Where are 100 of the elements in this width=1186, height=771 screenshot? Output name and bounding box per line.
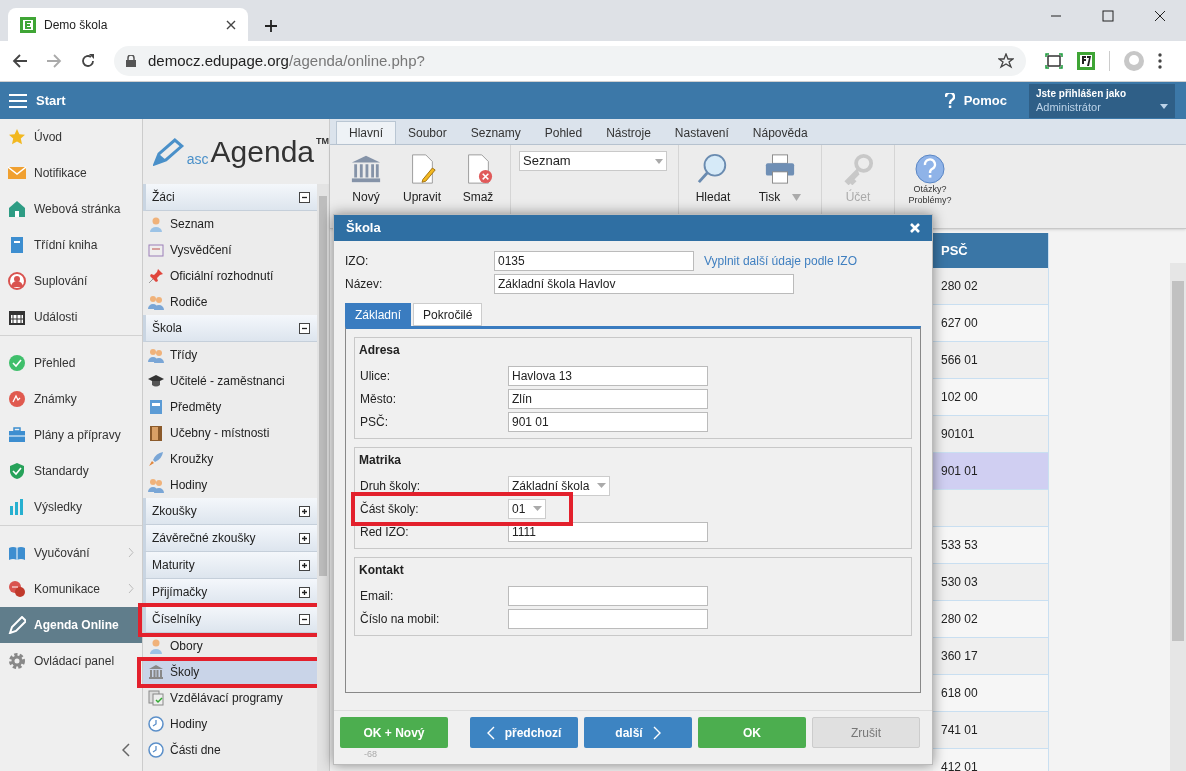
expand-icon[interactable] [299,505,311,517]
reload-icon[interactable] [80,53,96,69]
table-cell: 360 17 [933,638,1048,675]
collapse-icon[interactable] [299,322,311,334]
text-field[interactable]: Základní škola Havlov [494,273,794,294]
expand-icon[interactable] [299,532,311,544]
agenda-item[interactable]: Učitelé - zaměstnanci [143,368,318,394]
nav-item[interactable]: Události [0,299,142,335]
printer-icon [764,153,796,185]
agenda-item[interactable]: Učebny - místnosti [143,420,318,446]
close-icon[interactable] [1154,10,1166,22]
chat-bubbles-icon [8,580,26,598]
expand-icon[interactable] [299,559,311,571]
group-title: Matrika [359,452,403,469]
browser-tab[interactable]: Demo škola [8,8,248,41]
agenda-item[interactable]: Obory [143,633,318,659]
table-cell: 90101 [933,416,1048,453]
lookup-link[interactable]: Vyplnit další údaje podle IZO [704,251,857,270]
text-field[interactable]: 1111 [508,521,708,542]
bar-chart-icon [8,498,26,516]
collapse-icon[interactable] [299,613,311,625]
new-tab-icon[interactable] [264,19,278,33]
text-field[interactable] [508,585,708,606]
scrollbar[interactable] [1170,263,1186,771]
section-header[interactable]: Škola [143,315,318,342]
menu-tab[interactable]: Seznamy [458,121,533,144]
field-label: Město: [359,390,397,408]
nav-item[interactable]: Standardy [0,453,142,489]
dialog-button[interactable]: předchozí [470,717,578,748]
screen-capture-icon[interactable] [1045,53,1063,69]
nav-item[interactable]: Vyučování [0,535,142,571]
dialog-tab[interactable]: Pokročilé [413,303,483,326]
menu-dots-icon[interactable] [1158,53,1162,69]
help-button[interactable]: Pomoc [944,82,1007,119]
help-button[interactable]: Otázky? Problémy? [895,145,965,228]
section-header[interactable]: Zkoušky [143,498,318,525]
nav-item[interactable]: Třídní kniha [0,227,142,263]
column-header[interactable]: PSČ [933,233,1048,268]
table-cell: 741 01 [933,712,1048,749]
view-select[interactable]: Seznam [519,151,667,171]
agenda-item[interactable]: Vysvědčení [143,237,318,263]
menu-tab[interactable]: Nástroje [594,121,663,144]
menu-tab[interactable]: Nastavení [662,121,741,144]
nav-item[interactable]: Úvod [0,119,142,155]
agenda-item[interactable]: Hodiny [143,711,318,737]
select-field[interactable]: 01 [508,498,547,519]
select-field[interactable]: Základní škola [508,475,611,496]
nav-item[interactable]: Agenda Online [0,607,142,643]
agenda-item[interactable]: Předměty [143,394,318,420]
nav-item[interactable]: Přehled [0,345,142,381]
toolbar-button[interactable]: Tisk [745,145,815,228]
text-field[interactable]: 901 01 [508,411,708,432]
menu-tab[interactable]: Pohled [532,121,595,144]
field-label: Část školy: [359,500,420,518]
agenda-item[interactable]: Kroužky [143,446,318,472]
agenda-item[interactable]: Oficiální rozhodnutí [143,263,318,289]
dialog-tab[interactable]: Základní [345,303,412,326]
toolbar-button[interactable]: Upravit [396,145,448,228]
toolbar-button[interactable]: Hledat [687,145,739,228]
nav-item[interactable]: Plány a přípravy [0,417,142,453]
menu-tab[interactable]: Nápověda [740,121,820,144]
star-icon[interactable] [998,53,1014,69]
menu-tab[interactable]: Soubor [396,121,459,144]
field-label: PSČ: [359,413,389,431]
agenda-item[interactable]: Rodiče [143,289,318,315]
close-icon[interactable] [226,19,236,30]
dialog-button[interactable]: Zrušit [812,717,920,748]
menu-tab[interactable]: Hlavní [336,121,396,144]
agenda-item[interactable]: Části dne [143,737,318,763]
dialog-button[interactable]: další [584,717,692,748]
agenda-item[interactable]: Vzdělávací programy [143,685,318,711]
nav-item[interactable]: Ovládací panel [0,643,142,679]
scrollbar[interactable] [317,184,329,771]
text-field[interactable]: 0135 [494,250,694,271]
back-icon[interactable] [12,53,28,69]
clock-icon [148,716,164,732]
nav-item[interactable]: Výsledky [0,489,142,525]
agenda-item[interactable]: Třídy [143,342,318,368]
text-field[interactable]: Zlín [508,388,708,409]
nav-item[interactable]: Notifikace [0,155,142,191]
nav-item[interactable]: Suplování [0,263,142,299]
nav-item[interactable]: Komunikace [0,571,142,607]
agenda-item[interactable]: Hodiny [143,472,318,498]
nav-item[interactable]: Webová stránka [0,191,142,227]
user-dropdown[interactable]: Jste přihlášen jako Administrátor [1029,83,1175,118]
section-header[interactable]: Závěrečné zkoušky [143,525,318,552]
table-cell: 280 02 [933,268,1048,305]
nav-item[interactable]: Známky [0,381,142,417]
collapse-icon[interactable] [299,191,311,203]
start-menu-button[interactable]: Start [0,82,66,119]
section-header[interactable]: Maturity [143,552,318,579]
text-field[interactable] [508,608,708,629]
section-header[interactable]: Žáci [143,184,318,211]
expand-icon[interactable] [299,586,311,598]
maximize-icon[interactable] [1102,10,1114,22]
extension-icon[interactable] [1077,52,1095,70]
text-field[interactable]: Havlova 13 [508,365,708,386]
agenda-item[interactable]: Seznam [143,211,318,237]
chevron-right-icon [128,547,134,558]
address-bar[interactable]: democz.edupage.org/agenda/online.php? [114,46,1026,76]
